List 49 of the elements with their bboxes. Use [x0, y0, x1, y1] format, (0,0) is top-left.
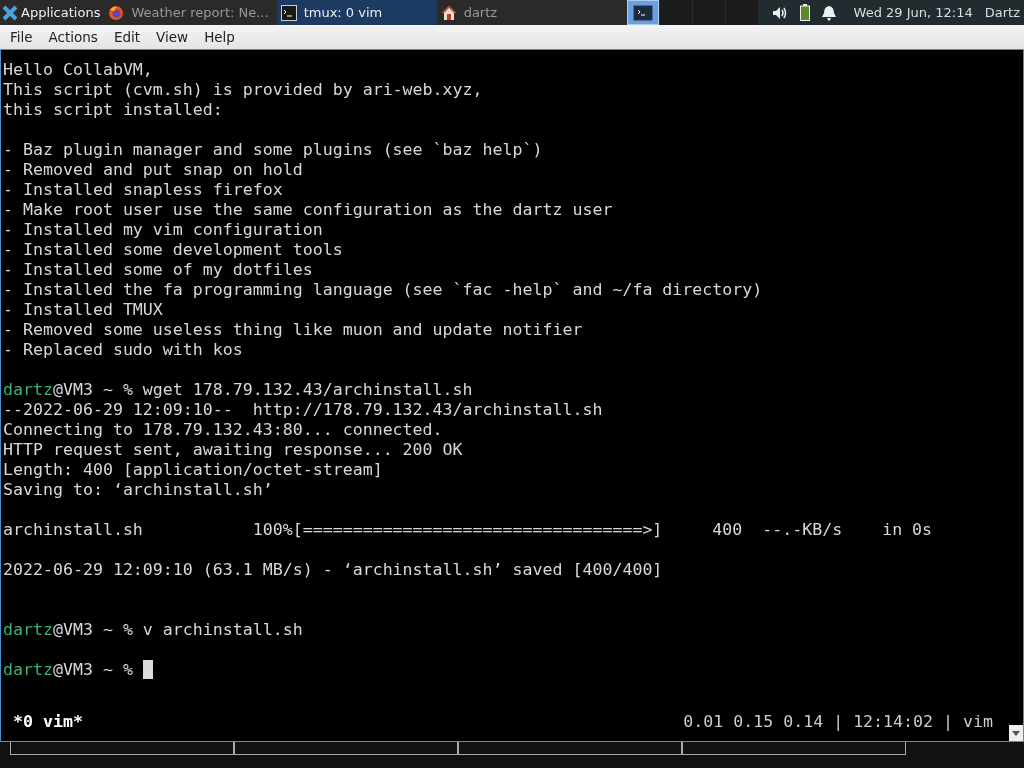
home-icon [440, 4, 457, 21]
taskbar-button[interactable]: tmux: 0 vim [276, 0, 437, 25]
terminal-line: @VM3 ~ % wget 178.79.132.43/archinstall.sh [52, 380, 473, 400]
terminal-line: 2022-06-29 12:09:10 (63.1 MB/s) - ‘archinstall.sh’ saved [400/400] [3, 560, 663, 580]
terminal-line: --2022-06-29 12:09:10-- http://178.79.132.43/archinstall.sh [3, 400, 603, 420]
notification-bell-icon[interactable] [821, 4, 836, 21]
terminal-line: - Installed my vim configuration [3, 220, 323, 240]
menu-item[interactable]: View [148, 29, 197, 45]
terminal-line: - Baz plugin manager and some plugins (see `baz help`) [3, 140, 543, 160]
battery-icon[interactable] [799, 4, 810, 21]
tmux-window-label: *0 vim* [13, 711, 83, 731]
terminal-line: Connecting to 178.79.132.43:80... connected. [3, 420, 443, 440]
terminal-line: - Removed some useless thing like muon and update notifier [3, 320, 583, 340]
applications-menu[interactable]: Applications [0, 0, 105, 25]
terminal-line: - Installed some of my dotfiles [3, 260, 313, 280]
user-name[interactable]: Dartz [984, 5, 1020, 20]
terminal-line: HTTP request sent, awaiting response... 200 OK [3, 440, 463, 460]
terminal-line: - Installed some development tools [3, 240, 343, 260]
tmux-status: 0.01 0.15 0.14 | 12:14:02 | vim [683, 711, 993, 731]
terminal-line: - Make root user use the same configuration as the dartz user [3, 200, 613, 220]
terminal-line: this script installed: [3, 100, 223, 120]
prompt-user: dartz [3, 620, 53, 640]
terminal-line: - Installed the fa programming language (see `fac -help` and ~/fa directory) [3, 280, 763, 300]
terminal-line: Saving to: ‘archinstall.sh’ [3, 480, 273, 500]
terminal-line: - Installed snapless firefox [3, 180, 283, 200]
browser-icon [108, 4, 125, 21]
workspace-button[interactable] [626, 0, 659, 25]
clock[interactable]: Wed 29 Jun, 12:14 [853, 5, 973, 20]
terminal-icon [280, 4, 297, 21]
menu-item[interactable]: Help [196, 29, 243, 45]
volume-icon[interactable] [771, 5, 788, 20]
terminal-line: - Removed and put snap on hold [3, 160, 303, 180]
terminal-line: @VM3 ~ % v archinstall.sh [52, 620, 303, 640]
menu-item[interactable]: File [2, 29, 41, 45]
prompt-user: dartz [3, 380, 53, 400]
terminal-line: archinstall.sh 100%[==================================>] 400 --.-KB/s in 0s [3, 520, 933, 540]
prompt-user: dartz [3, 660, 53, 680]
scroll-down-icon[interactable] [1009, 725, 1023, 741]
terminal-line: This script (cvm.sh) is provided by ari-web.xyz, [3, 80, 483, 100]
taskbar-button[interactable]: dartz [436, 0, 506, 25]
terminal-line: Hello CollabVM, [3, 60, 153, 80]
menu-item[interactable]: Edit [105, 29, 149, 45]
terminal-line: @VM3 ~ % [52, 660, 134, 680]
taskbar-button[interactable]: Weather report: Ne... [104, 0, 277, 25]
menu-item[interactable]: Actions [40, 29, 106, 45]
terminal-line: Length: 400 [application/octet-stream] [3, 460, 383, 480]
terminal-line: - Installed TMUX [3, 300, 163, 320]
terminal-line: - Replaced sudo with kos [3, 340, 243, 360]
xfce-logo-icon [2, 4, 18, 21]
